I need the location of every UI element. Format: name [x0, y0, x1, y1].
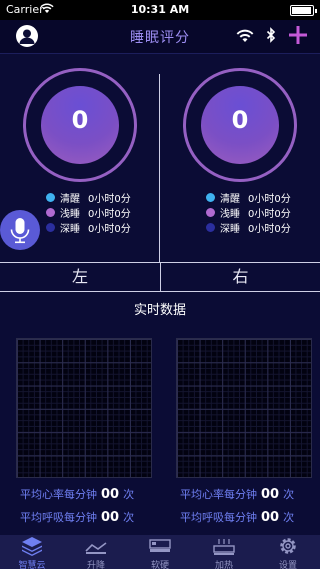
tab-label: 软硬 — [150, 561, 169, 569]
legend-value: 0小时0分 — [88, 194, 131, 205]
breath-rate-label: 平均呼吸每分钟 — [180, 511, 257, 524]
bed-lift-icon — [84, 536, 108, 556]
legend-value: 0小时0分 — [88, 224, 131, 235]
legend-label: 浅睡 — [220, 209, 240, 220]
left-sleep-score: 0 — [71, 106, 89, 134]
tab-smart-cloud[interactable]: 智慧云 — [0, 535, 64, 569]
tab-label: 升降 — [86, 561, 105, 569]
legend-row-light: 浅睡 0小时0分 — [206, 205, 291, 220]
legend-row-awake: 清醒 0小时0分 — [46, 190, 131, 205]
tab-label: 智慧云 — [18, 561, 46, 569]
main-content: 0 清醒 0小时0分 浅睡 0小时0分 深睡 0小时0分 0 清醒 0小时0分 … — [0, 53, 320, 535]
mattress-icon — [148, 536, 172, 556]
breath-rate-unit: 次 — [123, 511, 135, 524]
wifi-icon[interactable] — [236, 28, 254, 47]
right-breath-rate: 平均呼吸每分钟 00 次 — [180, 509, 294, 525]
heating-icon — [212, 536, 236, 556]
deep-sleep-dot — [206, 223, 215, 232]
legend-row-light: 浅睡 0小时0分 — [46, 205, 131, 220]
heart-rate-unit: 次 — [283, 488, 295, 501]
tab-heating[interactable]: 加热 — [192, 535, 256, 569]
left-side-tab[interactable]: 左 — [0, 263, 160, 291]
legend-row-awake: 清醒 0小时0分 — [206, 190, 291, 205]
left-realtime-chart — [16, 338, 152, 478]
legend-row-deep: 深睡 0小时0分 — [46, 220, 131, 235]
left-score-disc: 0 — [41, 86, 119, 164]
legend-label: 深睡 — [60, 224, 80, 235]
status-bar: Carrier 10:31 AM — [0, 0, 320, 20]
right-side-tab[interactable]: 右 — [160, 263, 320, 291]
add-device-button[interactable] — [287, 24, 309, 46]
plus-icon — [289, 26, 307, 44]
legend-label: 浅睡 — [60, 209, 80, 220]
gear-icon — [276, 536, 300, 556]
voice-button[interactable] — [0, 210, 40, 250]
light-sleep-dot — [46, 208, 55, 217]
breath-rate-unit: 次 — [283, 511, 295, 524]
clock-time: 10:31 AM — [130, 3, 190, 16]
heart-rate-value: 00 — [101, 487, 120, 502]
right-realtime-chart — [176, 338, 312, 478]
tab-label: 设置 — [278, 561, 297, 569]
legend-value: 0小时0分 — [88, 209, 131, 220]
battery-icon — [290, 5, 317, 16]
breath-rate-value: 00 — [101, 510, 120, 525]
layers-icon — [20, 536, 44, 556]
tab-firmness[interactable]: 软硬 — [128, 535, 192, 569]
awake-dot — [46, 193, 55, 202]
bluetooth-icon[interactable] — [266, 27, 276, 47]
right-heart-rate: 平均心率每分钟 00 次 — [180, 486, 294, 502]
right-sleep-score-ring: 0 — [183, 68, 297, 182]
heart-rate-label: 平均心率每分钟 — [180, 488, 257, 501]
tab-lift[interactable]: 升降 — [64, 535, 128, 569]
awake-dot — [206, 193, 215, 202]
legend-label: 深睡 — [220, 224, 240, 235]
side-selector: 左 右 — [0, 262, 320, 292]
breath-rate-label: 平均呼吸每分钟 — [20, 511, 97, 524]
right-score-disc: 0 — [201, 86, 279, 164]
legend-value: 0小时0分 — [248, 194, 291, 205]
legend-label: 清醒 — [60, 194, 80, 205]
right-sleep-score: 0 — [231, 106, 249, 134]
left-sleep-score-ring: 0 — [23, 68, 137, 182]
legend-row-deep: 深睡 0小时0分 — [206, 220, 291, 235]
breath-rate-value: 00 — [261, 510, 280, 525]
right-sleep-legend: 清醒 0小时0分 浅睡 0小时0分 深睡 0小时0分 — [206, 190, 291, 235]
legend-value: 0小时0分 — [248, 209, 291, 220]
tab-bar: 智慧云 升降 软硬 加热 设置 — [0, 535, 320, 569]
legend-label: 清醒 — [220, 194, 240, 205]
microphone-icon — [10, 218, 30, 244]
legend-value: 0小时0分 — [248, 224, 291, 235]
tab-settings[interactable]: 设置 — [256, 535, 320, 569]
heart-rate-label: 平均心率每分钟 — [20, 488, 97, 501]
nav-bar: 睡眠评分 — [0, 20, 320, 53]
left-breath-rate: 平均呼吸每分钟 00 次 — [20, 509, 134, 525]
heart-rate-value: 00 — [261, 487, 280, 502]
heart-rate-unit: 次 — [123, 488, 135, 501]
tab-label: 加热 — [214, 561, 233, 569]
left-sleep-legend: 清醒 0小时0分 浅睡 0小时0分 深睡 0小时0分 — [46, 190, 131, 235]
left-heart-rate: 平均心率每分钟 00 次 — [20, 486, 134, 502]
deep-sleep-dot — [46, 223, 55, 232]
realtime-title: 实时数据 — [133, 303, 186, 318]
right-score-panel: 0 清醒 0小时0分 浅睡 0小时0分 深睡 0小时0分 — [160, 54, 320, 259]
light-sleep-dot — [206, 208, 215, 217]
